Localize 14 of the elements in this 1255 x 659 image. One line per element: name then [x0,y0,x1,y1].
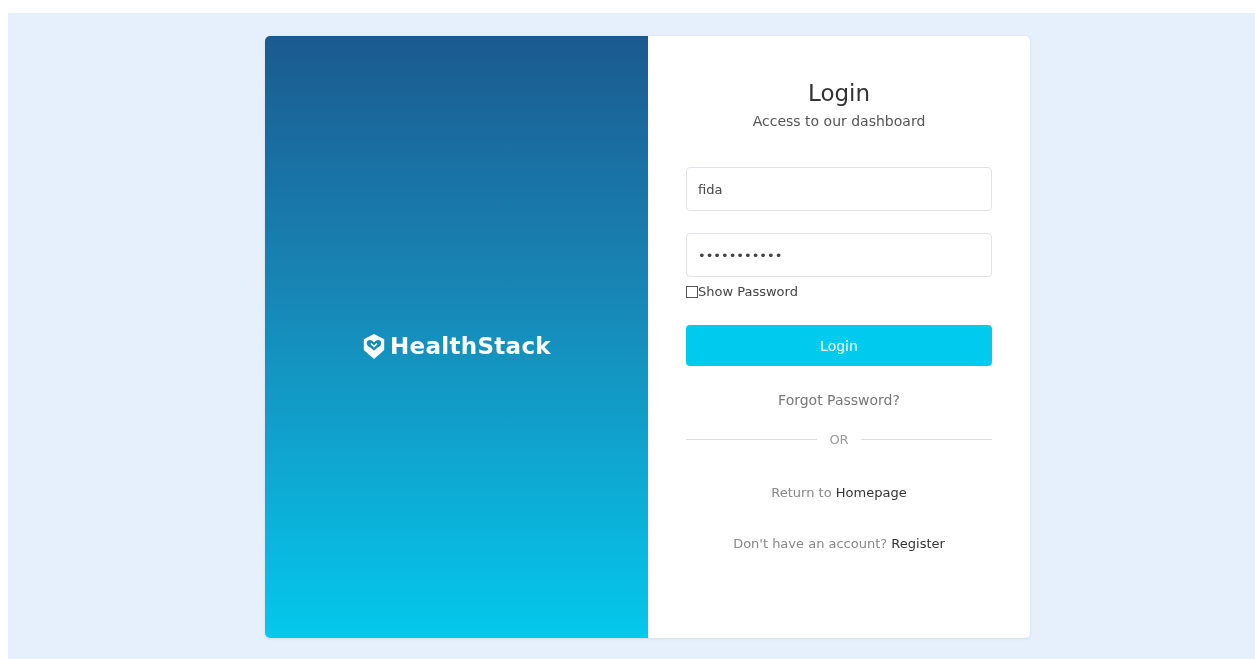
logo-icon [362,332,387,360]
login-subtitle: Access to our dashboard [752,113,926,129]
username-field[interactable]: fida [686,167,992,211]
password-field[interactable]: ••••••••••• [686,233,992,277]
register-link[interactable]: Register [891,536,945,551]
return-text: Return to Homepage [771,485,907,500]
brand-name: HealthStack [390,333,551,359]
or-label: OR [829,432,849,447]
show-password-checkbox[interactable] [686,285,698,298]
login-title: Login [807,80,871,106]
register-text: Don't have an account? Register [733,536,945,551]
homepage-link[interactable]: Homepage [835,485,907,500]
show-password-label: Show Password [698,284,798,299]
forgot-password-link[interactable]: Forgot Password? [778,392,900,408]
